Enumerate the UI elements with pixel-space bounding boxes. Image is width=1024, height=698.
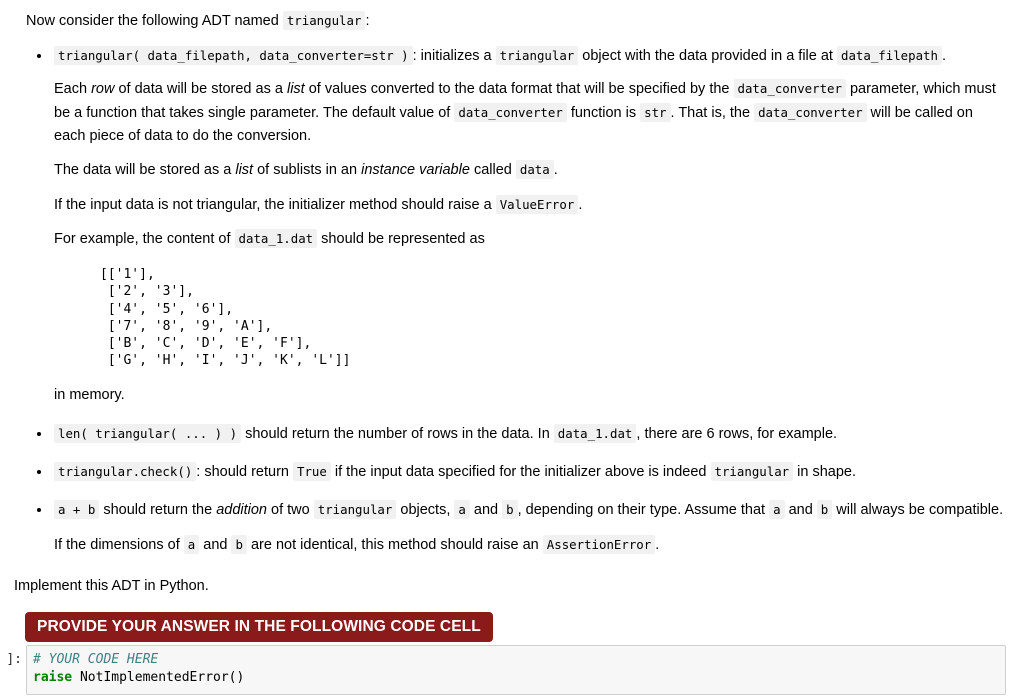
paragraph-assertion-error: If the dimensions of a and b are not ide… [54, 534, 1006, 557]
inline-code: data_converter [454, 102, 567, 122]
body-text: For example, the content of [54, 231, 235, 248]
code-cell[interactable]: ]: # YOUR CODE HERE raise NotImplemented… [0, 645, 1024, 695]
inline-code: data_1.dat [234, 229, 318, 249]
example-data-block: [['1'], ['2', '3'], ['4', '5', '6'], ['7… [100, 266, 351, 369]
spec-bullet-list: triangular( data_filepath, data_converte… [26, 46, 1006, 558]
body-text: function is [566, 104, 641, 121]
body-text: should be represented as [317, 231, 485, 248]
code-cell-prompt: ]: [6, 652, 22, 667]
bullet-item-addition: a + b should return the addition of two … [26, 500, 1006, 558]
code-line-comment: # YOUR CODE HERE [33, 651, 997, 669]
body-text: The data will be stored as a [54, 162, 236, 179]
body-text: , depending on their type. Assume that [517, 502, 770, 519]
body-text: should return the [99, 502, 217, 519]
inline-code: len( triangular( ... ) ) [54, 424, 242, 444]
body-text: and [199, 537, 232, 554]
inline-code: a [183, 535, 200, 555]
answer-banner-wrap: PROVIDE YOUR ANSWER IN THE FOLLOWING COD… [25, 611, 1006, 643]
body-text: should return the number of rows in the … [241, 426, 554, 443]
body-text: . [578, 196, 583, 213]
body-text: Each [54, 81, 92, 98]
paragraph-value-error: If the input data is not triangular, the… [54, 194, 1006, 217]
emphasis-text: addition [216, 502, 267, 519]
body-text: If the input data is not triangular, the… [54, 196, 496, 213]
check-line: triangular.check(): should return True i… [54, 462, 1006, 483]
intro-text-after: : [365, 13, 370, 29]
code-cell-input[interactable]: # YOUR CODE HERE raise NotImplementedErr… [26, 645, 1006, 695]
inline-code-data-filepath: data_filepath [837, 46, 942, 66]
body-text: . That is, the [670, 104, 755, 121]
inline-code: a + b [54, 500, 100, 520]
code-token-name: NotImplementedError() [72, 670, 245, 686]
addition-line: a + b should return the addition of two … [54, 500, 1006, 521]
bullet-item-constructor: triangular( data_filepath, data_converte… [26, 46, 1006, 407]
body-text: of sublists in an [253, 162, 362, 179]
body-text: objects, [396, 502, 455, 519]
bullet-item-len: len( triangular( ... ) ) should return t… [26, 424, 1006, 445]
constructor-signature-line: triangular( data_filepath, data_converte… [54, 46, 1006, 67]
body-text: of values converted to the data format t… [304, 81, 734, 98]
inline-code: triangular [313, 500, 397, 520]
constructor-text-2: object with the data provided in a file … [582, 48, 833, 65]
notebook-page: Now consider the following ADT named tri… [0, 0, 1024, 698]
emphasis-text: row [91, 81, 115, 98]
inline-code-triangular-2: triangular [495, 46, 579, 66]
body-text: and [784, 502, 817, 519]
body-text: are not identical, this method should ra… [246, 537, 543, 554]
provide-answer-banner: PROVIDE YOUR ANSWER IN THE FOLLOWING COD… [25, 611, 493, 643]
bullet-item-check: triangular.check(): should return True i… [26, 462, 1006, 483]
intro-text-before: Now consider the following ADT named [26, 13, 279, 29]
inline-code: data_converter [733, 79, 846, 99]
body-text: . [655, 537, 660, 554]
constructor-text-1: : initializes a [412, 48, 492, 65]
inline-code-constructor-signature: triangular( data_filepath, data_converte… [54, 46, 413, 66]
code-line-raise: raise NotImplementedError() [33, 669, 997, 687]
emphasis-text: list [286, 81, 305, 98]
body-text: : should return [196, 464, 294, 481]
body-text: in shape. [793, 464, 857, 481]
len-line: len( triangular( ... ) ) should return t… [54, 424, 1006, 445]
body-text: , there are 6 rows, for example. [636, 426, 838, 443]
body-text: of two [267, 502, 314, 519]
emphasis-text: list [235, 162, 254, 179]
inline-code: b [816, 500, 833, 520]
paragraph-each-row: Each row of data will be stored as a lis… [54, 78, 1006, 148]
inline-code: str [640, 102, 671, 122]
body-text: If the dimensions of [54, 537, 184, 554]
inline-code: b [502, 500, 518, 520]
inline-code: AssertionError [542, 535, 656, 555]
inline-code: data [515, 160, 554, 180]
inline-code: True [293, 462, 331, 482]
paragraph-stored-as-list: The data will be stored as a list of sub… [54, 159, 1006, 182]
body-text: if the input data specified for the init… [330, 464, 711, 481]
body-text: called [469, 162, 516, 179]
constructor-text-3: . [941, 48, 947, 65]
body-text: of data will be stored as a [114, 81, 287, 98]
inline-code: data_converter [754, 102, 867, 122]
code-token-keyword: raise [33, 670, 73, 686]
paragraph-for-example: For example, the content of data_1.dat s… [54, 228, 1006, 251]
emphasis-text: instance variable [361, 162, 470, 179]
inline-code: ValueError [495, 194, 579, 214]
inline-code: triangular.check() [54, 462, 197, 482]
code-token-comment: # YOUR CODE HERE [33, 652, 159, 667]
body-text: will always be compatible. [832, 502, 1004, 519]
body-text: . [553, 162, 558, 179]
inline-code: b [231, 535, 247, 555]
markdown-cell[interactable]: Now consider the following ADT named tri… [0, 0, 1024, 643]
intro-paragraph: Now consider the following ADT named tri… [26, 11, 1006, 32]
inline-code: data_1.dat [553, 424, 637, 444]
inline-code: a [454, 500, 470, 520]
paragraph-in-memory: in memory. [54, 386, 125, 403]
inline-code: triangular [710, 462, 794, 482]
body-text: and [469, 502, 503, 519]
inline-code-triangular: triangular [282, 11, 366, 30]
inline-code: a [769, 500, 785, 520]
implement-note: Implement this ADT in Python. [14, 577, 209, 594]
